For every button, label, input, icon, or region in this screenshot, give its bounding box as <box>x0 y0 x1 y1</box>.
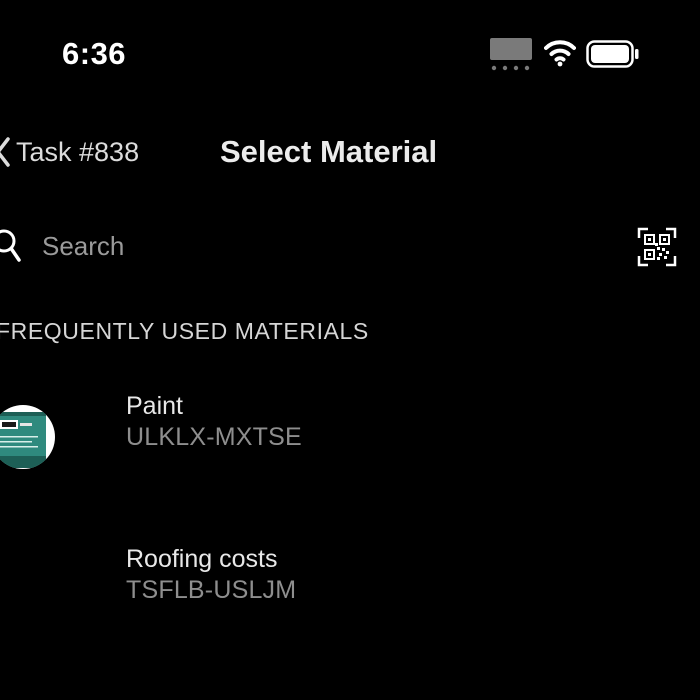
list-item[interactable]: Roofing costs TSFLB-USLJM <box>0 537 700 647</box>
qr-code-scan-icon[interactable] <box>637 227 677 267</box>
material-name: Roofing costs <box>126 545 278 573</box>
search-input[interactable] <box>42 226 602 266</box>
section-header: FREQUENTLY USED MATERIALS <box>0 318 369 344</box>
material-code: TSFLB-USLJM <box>126 576 297 604</box>
cellular-signal-icon <box>490 38 532 71</box>
list-item[interactable]: Paint ULKLX-MXTSE <box>0 384 700 494</box>
back-label: Task #838 <box>16 136 140 167</box>
wifi-icon <box>544 40 576 67</box>
chevron-left-icon <box>0 137 10 167</box>
status-time: 6:36 <box>62 36 127 71</box>
page-title: Select Material <box>220 134 438 169</box>
back-button[interactable]: Task #838 <box>0 134 139 170</box>
status-icons <box>490 36 650 72</box>
material-code: ULKLX-MXTSE <box>126 423 302 451</box>
search-icon <box>0 229 21 262</box>
material-name: Paint <box>126 392 183 420</box>
select-material-screen: 6:36 Task #838 Select Material Search FR… <box>0 0 700 700</box>
battery-icon <box>586 40 639 68</box>
paint-can-icon <box>0 405 55 469</box>
